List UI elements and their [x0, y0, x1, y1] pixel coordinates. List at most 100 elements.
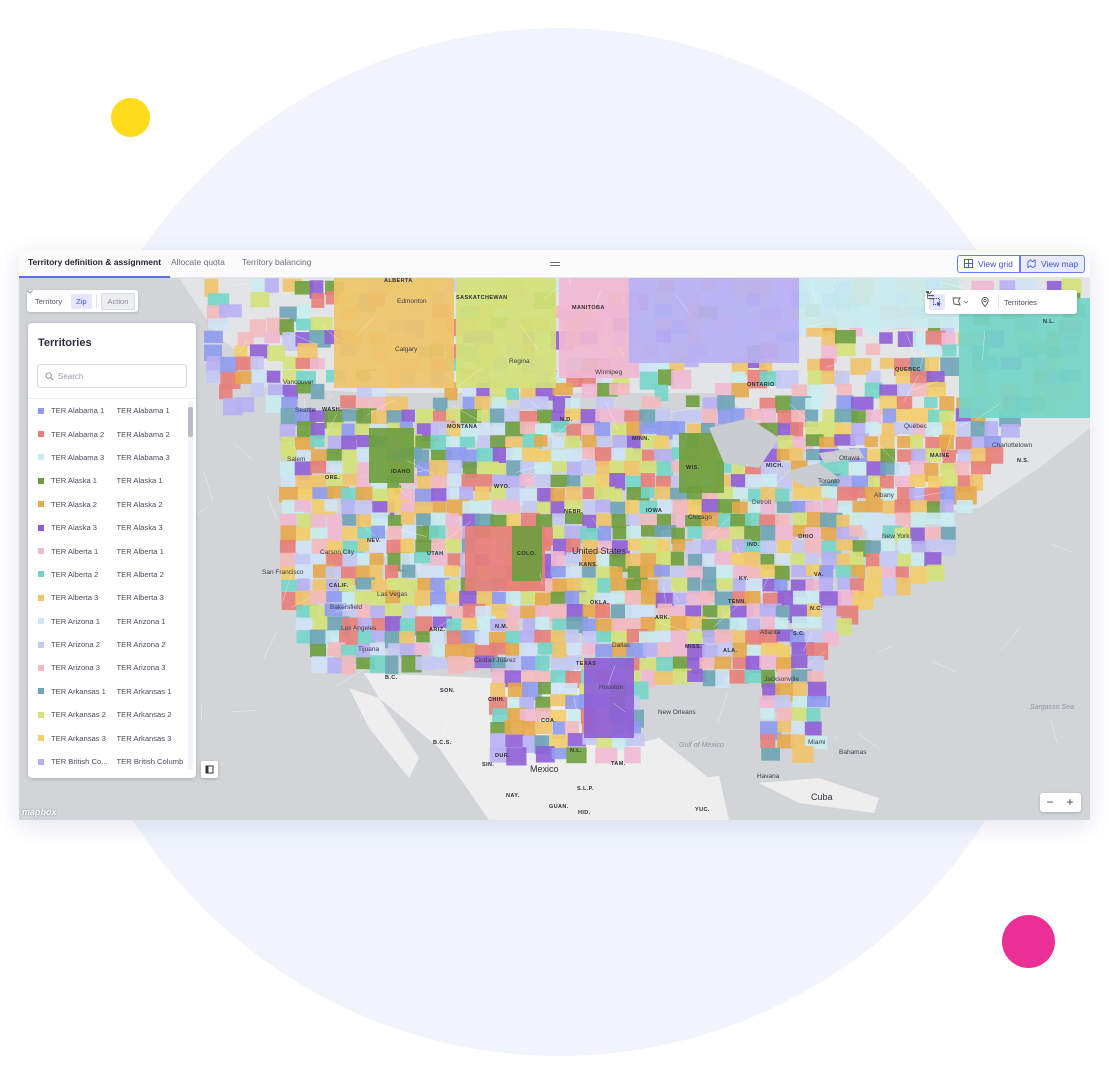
map-label: Charlottetown — [992, 442, 1033, 449]
territory-color-swatch — [38, 524, 44, 531]
territory-zip-cell — [535, 514, 554, 528]
territory-zip-cell — [733, 487, 749, 499]
map-label: ARIZ. — [429, 627, 446, 633]
scrollbar-thumb[interactable] — [188, 407, 193, 437]
territory-zip-cell — [311, 293, 325, 308]
map-label: KY. — [739, 576, 749, 582]
territory-row[interactable]: TER Alberta 3 TER Alberta 3 — [28, 586, 188, 609]
territory-row[interactable]: TER Alabama 3 TER Alabama 3 — [28, 446, 188, 469]
territory-zip-cell — [760, 540, 776, 555]
tab-territory-balancing[interactable]: Territory balancing — [233, 250, 320, 278]
territory-zip-cell — [535, 655, 550, 673]
territory-row[interactable]: TER Alabama 2 TER Alabama 2 — [28, 422, 188, 445]
territory-row[interactable]: TER Arkansas 2 TER Arkansas 2 — [28, 703, 188, 726]
map-label: IDAHO — [391, 469, 411, 475]
zoom-in-button[interactable]: + — [1060, 793, 1080, 812]
territory-row[interactable]: TER Arizona 2 TER Arizona 2 — [28, 633, 188, 656]
territory-zip-cell — [385, 616, 402, 632]
mode-territory-button[interactable]: Territory — [30, 294, 67, 309]
territory-row[interactable]: TER Arizona 1 TER Arizona 1 — [28, 610, 188, 633]
map-label: UTAH — [427, 551, 444, 557]
territory-row[interactable]: TER Alaska 3 TER Alaska 3 — [28, 516, 188, 539]
territory-zip-cell — [865, 553, 880, 568]
map-label: Las Vegas — [377, 591, 408, 598]
territory-zip-cell — [220, 356, 238, 373]
territory-zip-cell — [747, 618, 761, 631]
territory-zip-cell — [759, 695, 775, 709]
territory-row[interactable]: TER Arkansas 3 TER Arkansas 3 — [28, 726, 188, 749]
tab-allocate-quota[interactable]: Allocate quota — [162, 250, 234, 278]
map-label: OKLA. — [590, 600, 610, 606]
layer-label: Territories — [1004, 297, 1037, 307]
map-label: N.M. — [495, 624, 509, 630]
territory-label: TER Alabama 1 — [116, 406, 170, 416]
territory-zip-cell — [219, 384, 233, 400]
territory-zip-cell — [807, 695, 830, 708]
territory-zip-cell — [369, 655, 387, 673]
territory-zip-cell — [309, 435, 325, 447]
map-label: IND. — [747, 542, 760, 548]
zoom-out-button[interactable]: − — [1040, 793, 1060, 812]
territory-row[interactable]: TER Arizona 3 TER Arizona 3 — [28, 656, 188, 679]
territory-label: TER Alabama 2 — [116, 429, 170, 439]
territory-zip-cell — [204, 330, 223, 343]
map-toolbar: Territories — [925, 290, 1077, 314]
territory-map[interactable]: ALBERTA SASKATCHEWAN MANITOBA ONTARIO QUEBEC… — [19, 278, 1090, 820]
pin-tool-button[interactable] — [977, 294, 993, 310]
territory-zip-cell — [865, 499, 883, 513]
map-label: Jacksonville — [764, 676, 800, 683]
map-label: SON. — [440, 688, 456, 694]
territory-zip-cell — [444, 565, 460, 577]
map-label: CHIH. — [488, 697, 505, 703]
list-scrollbar[interactable] — [188, 401, 193, 769]
territory-zip-cell — [804, 721, 822, 736]
map-label: YUC. — [695, 807, 710, 813]
territory-zip-cell — [414, 642, 429, 656]
territory-row[interactable]: TER Arkansas 1 TER Arkansas 1 — [28, 680, 188, 703]
view-map-button[interactable]: View map — [1020, 255, 1086, 273]
territory-row[interactable]: TER Alaska 1 TER Alaska 1 — [28, 469, 188, 492]
tab-territory-definition[interactable]: Territory definition & assignment — [19, 250, 171, 278]
territory-zip-cell — [760, 708, 775, 720]
territory-zip-cell — [879, 551, 900, 569]
search-box[interactable] — [37, 364, 187, 388]
territory-color-swatch — [38, 431, 44, 438]
territory-zip-cell — [730, 474, 747, 488]
drag-handle-icon[interactable] — [550, 262, 560, 266]
territory-zip-cell — [325, 566, 344, 578]
collapse-panel-button[interactable] — [201, 761, 218, 778]
map-label: Calgary — [395, 346, 418, 353]
zoom-control: − + — [1040, 793, 1081, 812]
territory-zip-cell — [879, 384, 900, 397]
territory-row[interactable]: TER Alberta 1 TER Alberta 1 — [28, 539, 188, 562]
territory-zip-cell — [552, 461, 570, 473]
territory-row[interactable]: TER Alberta 2 TER Alberta 2 — [28, 563, 188, 586]
territory-zip-cell — [551, 747, 567, 760]
map-label: SASKATCHEWAN — [456, 295, 508, 301]
layer-dropdown[interactable]: Territories — [925, 290, 1037, 307]
territory-zip-cell — [640, 473, 655, 488]
territory-region-block — [584, 658, 634, 738]
territory-zip-cell — [445, 538, 461, 553]
territory-row[interactable]: TER Alabama 1 TER Alabama 1 — [28, 399, 188, 422]
territory-label: TER Alaska 2 — [116, 499, 163, 509]
toolbar-divider — [998, 295, 999, 309]
view-grid-button[interactable]: View grid — [957, 255, 1020, 273]
territory-zip-cell — [699, 657, 716, 669]
territory-row[interactable]: TER Alaska 2 TER Alaska 2 — [28, 493, 188, 516]
lasso-tool-button[interactable] — [950, 294, 972, 310]
territory-zip-cell — [910, 512, 926, 530]
mode-zip-button[interactable]: Zip — [71, 293, 92, 309]
territory-zip-cell — [267, 345, 285, 362]
search-input[interactable] — [58, 369, 178, 384]
territory-color-swatch — [38, 711, 44, 718]
territory-zip-cell — [310, 383, 325, 400]
action-dropdown[interactable]: Action — [27, 290, 136, 310]
yucatan-landmass — [659, 776, 729, 820]
territory-zip-cell — [341, 435, 356, 451]
territory-row[interactable]: TER British Co... TER British Columb — [28, 750, 188, 769]
map-label: N.S. — [1017, 458, 1030, 464]
map-label: VA. — [814, 572, 824, 578]
territory-zip-cell — [280, 461, 297, 478]
map-label: Bahamas — [839, 749, 867, 756]
